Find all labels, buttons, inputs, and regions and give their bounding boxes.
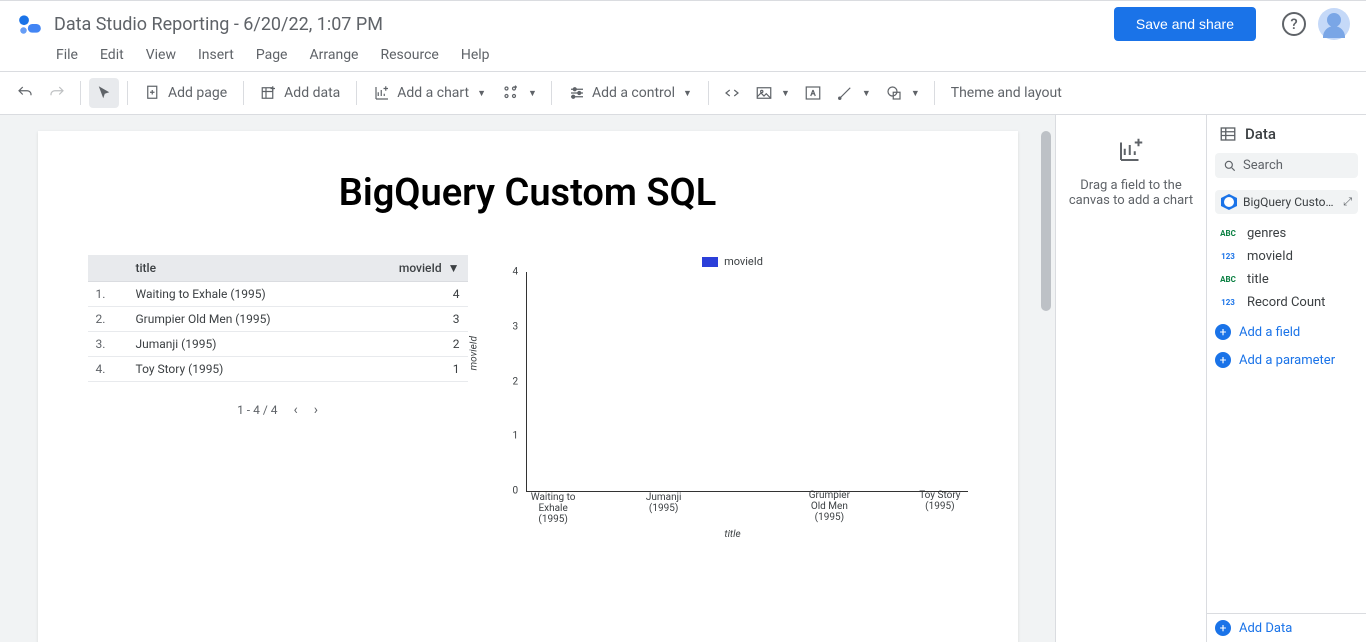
report-title: BigQuery Custom SQL bbox=[88, 171, 968, 215]
canvas-area[interactable]: BigQuery Custom SQL title movieId ▼ 1.Wa… bbox=[0, 115, 1055, 642]
add-control-button[interactable]: Add a control▼ bbox=[560, 78, 700, 108]
chart-ytick: 1 bbox=[513, 431, 519, 442]
text-button[interactable] bbox=[798, 78, 828, 108]
add-field-link[interactable]: +Add a field bbox=[1207, 318, 1366, 346]
undo-button[interactable] bbox=[10, 78, 40, 108]
menu-help[interactable]: Help bbox=[461, 47, 490, 63]
datasource-expand-icon[interactable]: ⤢ bbox=[1343, 195, 1352, 209]
image-button[interactable]: ▼ bbox=[749, 78, 796, 108]
chart-xtick bbox=[691, 492, 746, 525]
community-viz-button[interactable]: ▼ bbox=[496, 78, 543, 108]
save-share-button[interactable]: Save and share bbox=[1114, 7, 1256, 41]
table-row[interactable]: 3.Jumanji (1995)2 bbox=[88, 332, 468, 357]
chart-xtick: Grumpier Old Men (1995) bbox=[802, 490, 857, 525]
redo-button[interactable] bbox=[42, 78, 72, 108]
table-col-index bbox=[88, 255, 128, 282]
menu-file[interactable]: File bbox=[56, 47, 78, 63]
chart-ytick: 4 bbox=[513, 267, 519, 278]
bigquery-icon bbox=[1221, 194, 1237, 210]
toolbar: Add page Add data Add a chart▼ ▼ Add a c… bbox=[0, 71, 1366, 115]
table-col-title[interactable]: title bbox=[128, 255, 388, 282]
table-col-movieid[interactable]: movieId ▼ bbox=[388, 255, 468, 282]
menu-edit[interactable]: Edit bbox=[100, 47, 124, 63]
search-icon bbox=[1223, 159, 1237, 173]
add-parameter-link[interactable]: +Add a parameter bbox=[1207, 346, 1366, 374]
url-embed-button[interactable] bbox=[717, 78, 747, 108]
report-canvas[interactable]: BigQuery Custom SQL title movieId ▼ 1.Wa… bbox=[38, 131, 1018, 642]
menu-arrange[interactable]: Arrange bbox=[310, 47, 359, 63]
field-item[interactable]: ABCtitle bbox=[1215, 268, 1358, 291]
chart-ytick: 3 bbox=[513, 321, 519, 332]
chart-legend: movieId bbox=[498, 255, 968, 268]
add-data-link[interactable]: +Add Data bbox=[1207, 614, 1366, 642]
chart-xtick: Toy Story (1995) bbox=[912, 490, 967, 525]
theme-layout-button[interactable]: Theme and layout bbox=[943, 79, 1070, 107]
table-pager: 1 - 4 / 4 ‹ › bbox=[88, 402, 468, 418]
document-title[interactable]: Data Studio Reporting - 6/20/22, 1:07 PM bbox=[54, 14, 383, 35]
chart-ytick: 0 bbox=[513, 486, 519, 497]
chart-xtick bbox=[747, 490, 802, 525]
add-chart-icon bbox=[1066, 135, 1196, 172]
chart-drop-panel[interactable]: Drag a field to the canvas to add a char… bbox=[1056, 115, 1206, 642]
datasource-chip[interactable]: BigQuery Custom … ⤢ bbox=[1215, 190, 1358, 214]
table-row[interactable]: 4.Toy Story (1995)1 bbox=[88, 357, 468, 382]
add-data-button[interactable]: Add data bbox=[252, 78, 348, 108]
pager-next-icon[interactable]: › bbox=[314, 402, 318, 418]
chart-ytick: 2 bbox=[513, 376, 519, 387]
menu-insert[interactable]: Insert bbox=[198, 47, 234, 63]
line-button[interactable]: ▼ bbox=[830, 78, 877, 108]
data-panel: Data Search BigQuery Custom … ⤢ ABCgenre… bbox=[1206, 115, 1366, 642]
field-item[interactable]: 123Record Count bbox=[1215, 291, 1358, 314]
chart-ylabel: movieId bbox=[468, 336, 479, 370]
table-row[interactable]: 2.Grumpier Old Men (1995)3 bbox=[88, 307, 468, 332]
data-panel-header: Data bbox=[1207, 115, 1366, 153]
bar-chart[interactable]: movieId movieId 01234 Waiting to Exhale … bbox=[498, 255, 968, 535]
pager-text: 1 - 4 / 4 bbox=[237, 403, 277, 417]
pager-prev-icon[interactable]: ‹ bbox=[293, 402, 297, 418]
chart-xtick bbox=[857, 490, 912, 525]
table-row[interactable]: 1.Waiting to Exhale (1995)4 bbox=[88, 282, 468, 307]
select-tool[interactable] bbox=[89, 78, 119, 108]
add-page-button[interactable]: Add page bbox=[136, 78, 235, 108]
account-avatar[interactable] bbox=[1318, 8, 1350, 40]
menubar: File Edit View Insert Page Arrange Resou… bbox=[0, 41, 1366, 71]
app-logo-icon[interactable] bbox=[16, 10, 44, 38]
chart-xtick: Waiting to Exhale (1995) bbox=[526, 492, 581, 525]
shape-button[interactable]: ▼ bbox=[879, 78, 926, 108]
field-item[interactable]: ABCgenres bbox=[1215, 222, 1358, 245]
field-item[interactable]: 123movieId bbox=[1215, 245, 1358, 268]
canvas-scrollbar[interactable] bbox=[1041, 131, 1051, 626]
table-chart[interactable]: title movieId ▼ 1.Waiting to Exhale (199… bbox=[88, 255, 468, 535]
add-chart-button[interactable]: Add a chart▼ bbox=[365, 78, 494, 108]
chart-xlabel: title bbox=[498, 529, 968, 540]
help-icon[interactable]: ? bbox=[1282, 12, 1306, 36]
chart-xtick bbox=[581, 492, 636, 525]
menu-page[interactable]: Page bbox=[256, 47, 288, 63]
menu-view[interactable]: View bbox=[146, 47, 176, 63]
field-search-input[interactable]: Search bbox=[1215, 153, 1358, 178]
menu-resource[interactable]: Resource bbox=[380, 47, 438, 63]
drop-hint-text: Drag a field to the canvas to add a char… bbox=[1066, 178, 1196, 208]
chart-xtick: Jumanji (1995) bbox=[636, 492, 691, 525]
